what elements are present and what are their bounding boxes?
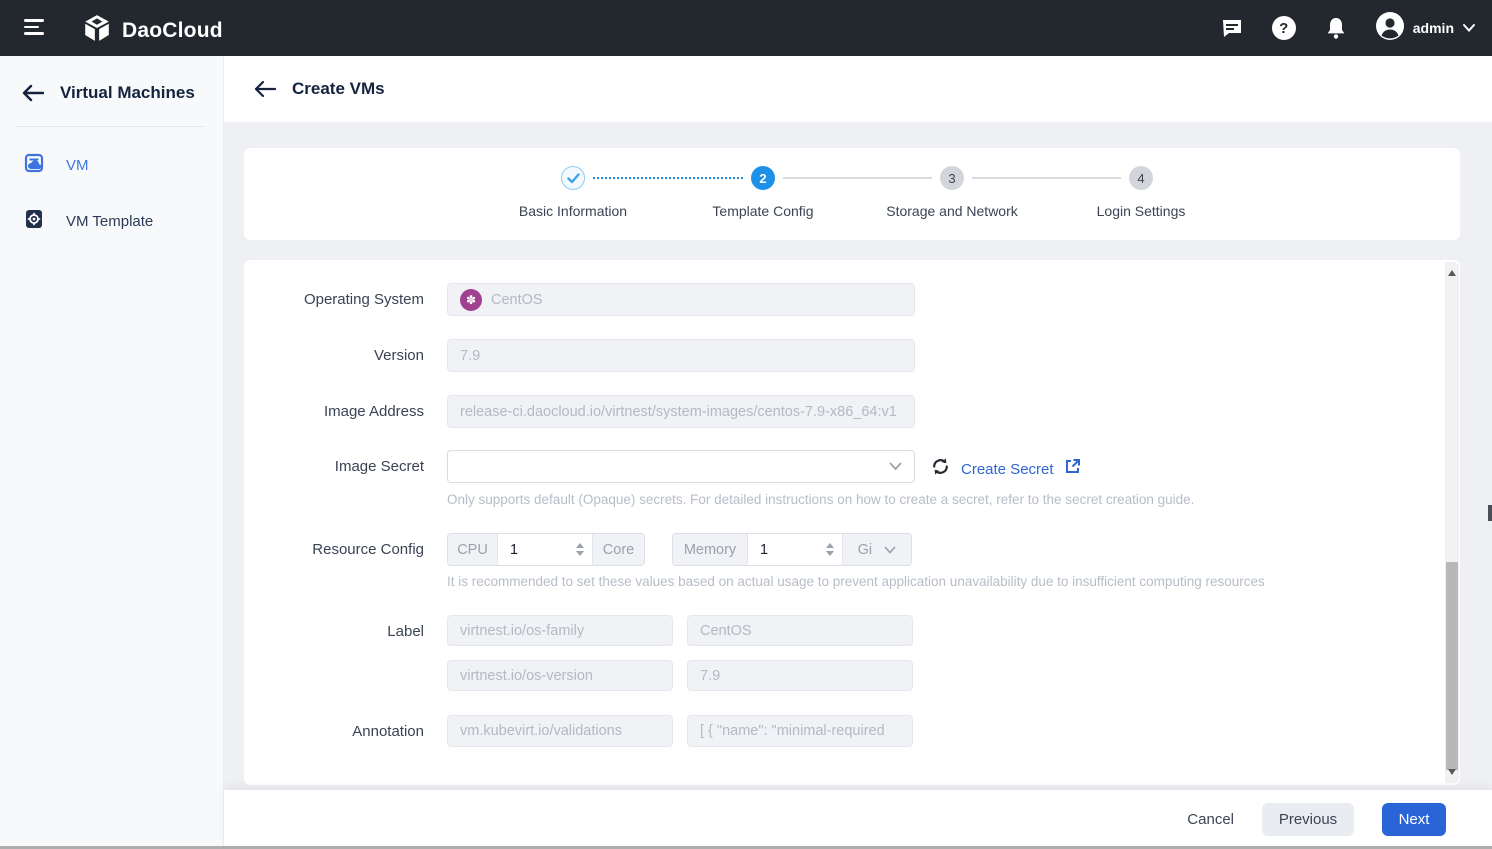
brand-name: DaoCloud	[122, 19, 223, 43]
chevron-down-icon	[1462, 23, 1476, 33]
page-title: Create VMs	[292, 79, 385, 99]
form-scrollbar[interactable]	[1445, 262, 1459, 783]
cpu-input[interactable]: 1	[498, 534, 592, 565]
version-field: 7.9	[447, 339, 915, 372]
avatar	[1375, 11, 1405, 46]
resource-config-label: Resource Config	[244, 533, 424, 566]
sidebar-item-vm-template[interactable]: VM Template	[0, 193, 223, 249]
memory-group: Memory 1 Gi	[672, 533, 912, 566]
step-1-label: Basic Information	[483, 203, 663, 219]
scroll-down-icon[interactable]	[1448, 769, 1456, 775]
resource-config-helper: It is recommended to set these values ba…	[447, 574, 1265, 589]
label-value-field: 7.9	[687, 660, 913, 691]
daocloud-cube-icon	[82, 13, 112, 48]
step-2-label: Template Config	[673, 203, 853, 219]
step-3-label: Storage and Network	[862, 203, 1042, 219]
notification-bell-icon[interactable]	[1323, 15, 1349, 41]
stepper-connector	[593, 177, 743, 179]
stepper-connector	[972, 177, 1121, 179]
scroll-up-icon[interactable]	[1448, 270, 1456, 276]
user-menu[interactable]: admin	[1375, 11, 1476, 46]
image-address-label: Image Address	[244, 395, 424, 428]
image-secret-helper: Only supports default (Opaque) secrets. …	[447, 492, 1194, 507]
previous-button[interactable]: Previous	[1262, 803, 1354, 836]
vm-template-icon	[24, 209, 44, 233]
check-icon	[567, 173, 580, 184]
label-key-field: virtnest.io/os-version	[447, 660, 673, 691]
memory-unit-select[interactable]: Gi	[842, 534, 911, 565]
action-footer: Cancel Previous Next	[224, 790, 1492, 849]
chevron-down-icon	[889, 459, 902, 475]
sidebar: Virtual Machines VM VM Template	[0, 56, 224, 849]
create-secret-link[interactable]: Create Secret	[961, 461, 1054, 478]
external-link-icon	[1064, 458, 1081, 480]
sidebar-back-icon[interactable]	[22, 82, 44, 104]
annotation-key-field: vm.kubevirt.io/validations	[447, 715, 673, 747]
daocloud-logo[interactable]: DaoCloud	[82, 13, 223, 48]
label-label: Label	[244, 615, 424, 648]
help-icon[interactable]: ?	[1271, 15, 1297, 41]
cpu-decrement-icon[interactable]	[576, 551, 584, 556]
image-secret-select[interactable]	[447, 450, 915, 483]
step-3-circle: 3	[940, 166, 964, 190]
page-back-icon[interactable]	[254, 78, 276, 100]
menu-icon[interactable]	[24, 19, 44, 37]
page-scrollbar-thumb[interactable]	[1488, 505, 1492, 521]
annotation-label: Annotation	[244, 715, 424, 748]
step-4-label: Login Settings	[1051, 203, 1231, 219]
vm-icon	[24, 153, 44, 177]
chevron-down-icon	[884, 546, 896, 554]
sidebar-title: Virtual Machines	[60, 83, 195, 103]
label-key-field: virtnest.io/os-family	[447, 615, 673, 646]
page-header: Create VMs	[224, 56, 1492, 122]
label-value-field: CentOS	[687, 615, 913, 646]
operating-system-field: ✽ CentOS	[447, 283, 915, 316]
centos-icon: ✽	[460, 289, 482, 311]
next-button[interactable]: Next	[1382, 803, 1446, 836]
message-icon[interactable]	[1219, 15, 1245, 41]
memory-label: Memory	[673, 534, 748, 565]
refresh-icon[interactable]	[930, 456, 951, 482]
sidebar-item-label: VM	[66, 157, 89, 174]
scrollbar-thumb[interactable]	[1446, 562, 1458, 770]
image-address-field: release-ci.daocloud.io/virtnest/system-i…	[447, 395, 915, 428]
sidebar-item-vm[interactable]: VM	[0, 137, 223, 193]
memory-increment-icon[interactable]	[826, 543, 834, 548]
cancel-button[interactable]: Cancel	[1187, 811, 1234, 828]
step-1-circle	[561, 166, 585, 190]
cpu-label: CPU	[448, 534, 498, 565]
username: admin	[1413, 20, 1454, 36]
sidebar-divider	[16, 126, 206, 127]
cpu-unit: Core	[592, 534, 644, 565]
memory-input[interactable]: 1	[748, 534, 842, 565]
top-navbar: DaoCloud ? admin	[0, 0, 1492, 56]
step-4-circle: 4	[1129, 166, 1153, 190]
operating-system-label: Operating System	[244, 283, 424, 316]
cpu-group: CPU 1 Core	[447, 533, 645, 566]
stepper-connector	[783, 177, 932, 179]
stepper: 2 3 4 Basic Information Template Config …	[244, 148, 1460, 240]
step-2-circle: 2	[751, 166, 775, 190]
version-label: Version	[244, 339, 424, 372]
cpu-increment-icon[interactable]	[576, 543, 584, 548]
sidebar-item-label: VM Template	[66, 213, 153, 230]
memory-decrement-icon[interactable]	[826, 551, 834, 556]
annotation-value-field: [ { "name": "minimal-required	[687, 715, 913, 747]
image-secret-label: Image Secret	[244, 450, 424, 483]
template-config-form: Operating System ✽ CentOS Version 7.9 Im…	[244, 260, 1460, 785]
